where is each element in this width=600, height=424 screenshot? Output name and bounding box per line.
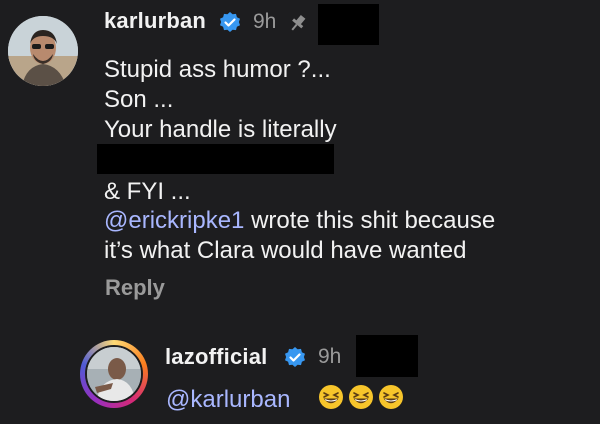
verified-badge-icon	[285, 347, 305, 367]
reply-time: 9h	[318, 345, 342, 368]
grinning-squinting-face-icon	[319, 385, 343, 409]
mention-link[interactable]: @karlurban	[166, 386, 290, 413]
comment-line: & FYI ...	[104, 178, 191, 205]
comment-text: wrote this shit because	[244, 207, 496, 234]
grinning-squinting-face-icon	[379, 385, 403, 409]
reply-username[interactable]: lazofficial	[165, 344, 267, 370]
redacted-block	[356, 335, 418, 377]
comment-line: it’s what Clara would have wanted	[104, 237, 467, 264]
comment-username[interactable]: karlurban	[104, 8, 206, 34]
comment-line: Your handle is literally	[104, 116, 337, 143]
comment-line: Son ...	[104, 86, 174, 113]
comment-mention-line: @erickripke1 wrote this shit because	[104, 207, 495, 235]
redacted-block	[318, 4, 379, 45]
mention-link[interactable]: @erickripke1	[104, 207, 244, 234]
verified-badge-icon	[220, 12, 240, 32]
comment-time: 9h	[253, 10, 277, 33]
pin-icon	[291, 14, 306, 31]
karlurban-avatar[interactable]	[8, 16, 78, 86]
comment-line: Stupid ass humor ?...	[104, 56, 331, 83]
reply-mention-line: @karlurban	[166, 386, 290, 414]
grinning-squinting-face-icon	[349, 385, 373, 409]
lazofficial-avatar[interactable]	[85, 345, 143, 403]
redacted-handle	[97, 144, 334, 174]
reply-button[interactable]: Reply	[105, 275, 165, 301]
